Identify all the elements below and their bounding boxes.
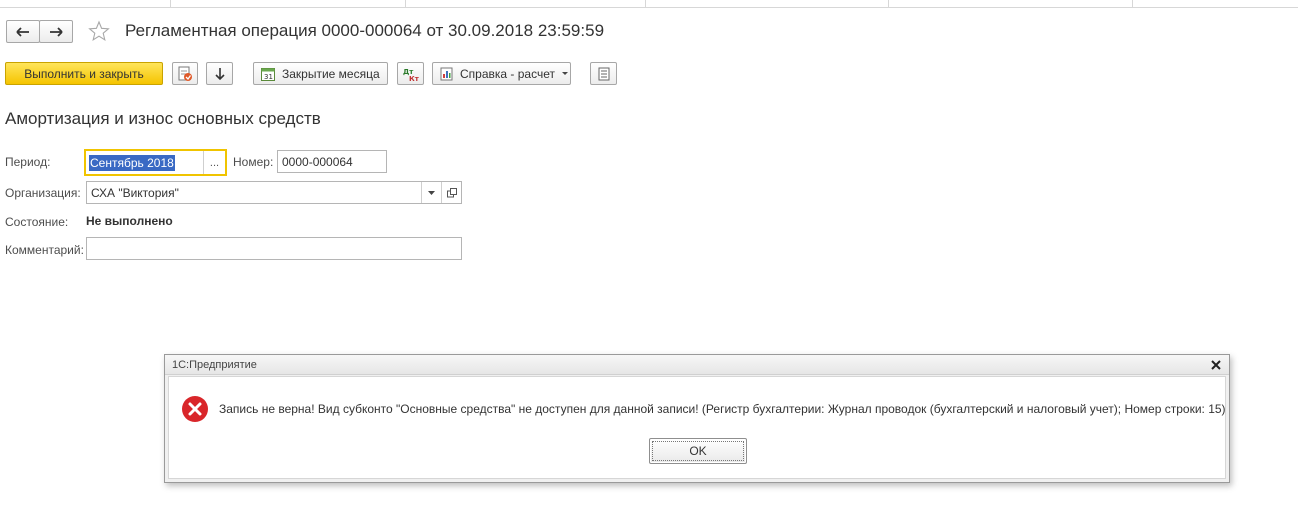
calendar-icon: 31 xyxy=(261,67,275,81)
comment-field[interactable] xyxy=(86,237,462,260)
download-button[interactable] xyxy=(206,62,233,85)
period-value: Сентябрь 2018 xyxy=(89,154,175,171)
dt-kt-icon: Дт Кт xyxy=(403,68,420,82)
month-close-label: Закрытие месяца xyxy=(282,66,380,81)
state-label: Состояние: xyxy=(5,215,69,229)
number-field[interactable]: 0000-000064 xyxy=(277,150,387,173)
month-close-button[interactable]: 31 Закрытие месяца xyxy=(253,62,388,85)
organization-open-button[interactable] xyxy=(441,182,461,203)
section-title: Амортизация и износ основных средств xyxy=(5,109,321,128)
dropdown-arrow-icon xyxy=(428,190,435,195)
execute-and-close-button[interactable]: Выполнить и закрыть xyxy=(5,62,163,85)
organization-label: Организация: xyxy=(5,186,81,200)
dialog-message: Запись не верна! Вид субконто "Основные … xyxy=(219,402,1226,416)
ok-button[interactable]: OK xyxy=(649,438,747,464)
state-value: Не выполнено xyxy=(86,214,173,228)
back-button[interactable] xyxy=(6,20,40,43)
back-arrow-icon xyxy=(16,26,29,37)
dialog-title: 1С:Предприятие xyxy=(172,359,257,371)
reference-calc-label: Справка - расчет xyxy=(460,66,555,81)
organization-dropdown-button[interactable] xyxy=(421,182,441,203)
svg-text:Кт: Кт xyxy=(409,75,420,82)
open-icon xyxy=(446,187,457,197)
dialog-close-button[interactable] xyxy=(1209,358,1223,372)
reference-calc-button[interactable]: Справка - расчет xyxy=(432,62,571,85)
error-icon xyxy=(182,396,208,422)
window-title: Регламентная операция 0000-000064 от 30.… xyxy=(125,21,605,40)
svg-text:31: 31 xyxy=(264,73,273,81)
download-arrow-icon xyxy=(214,67,225,80)
number-label: Номер: xyxy=(233,155,274,169)
forward-arrow-icon xyxy=(50,26,63,37)
period-select-button[interactable]: ... xyxy=(203,151,225,174)
favorite-star-icon[interactable] xyxy=(88,20,110,42)
organization-field[interactable]: СХА "Виктория" xyxy=(86,181,462,204)
post-button[interactable] xyxy=(172,62,198,85)
error-dialog: 1С:Предприятие Запись не верна! Вид субк… xyxy=(164,354,1230,483)
report-icon xyxy=(440,67,453,80)
dialog-body: Запись не верна! Вид субконто "Основные … xyxy=(168,376,1226,479)
post-document-icon xyxy=(178,66,192,81)
dt-kt-button[interactable]: Дт Кт xyxy=(397,62,424,85)
period-field[interactable]: Сентябрь 2018 ... xyxy=(84,149,227,176)
list-button[interactable] xyxy=(590,62,617,85)
period-label: Период: xyxy=(5,155,51,169)
top-tab-strip xyxy=(0,0,1298,8)
forward-button[interactable] xyxy=(39,20,73,43)
organization-value: СХА "Виктория" xyxy=(91,185,179,200)
dropdown-arrow-icon xyxy=(561,72,568,75)
number-value: 0000-000064 xyxy=(282,154,353,169)
dialog-header: 1С:Предприятие xyxy=(165,355,1229,375)
close-icon xyxy=(1211,360,1221,370)
list-icon xyxy=(598,67,609,80)
comment-label: Комментарий: xyxy=(5,243,84,257)
